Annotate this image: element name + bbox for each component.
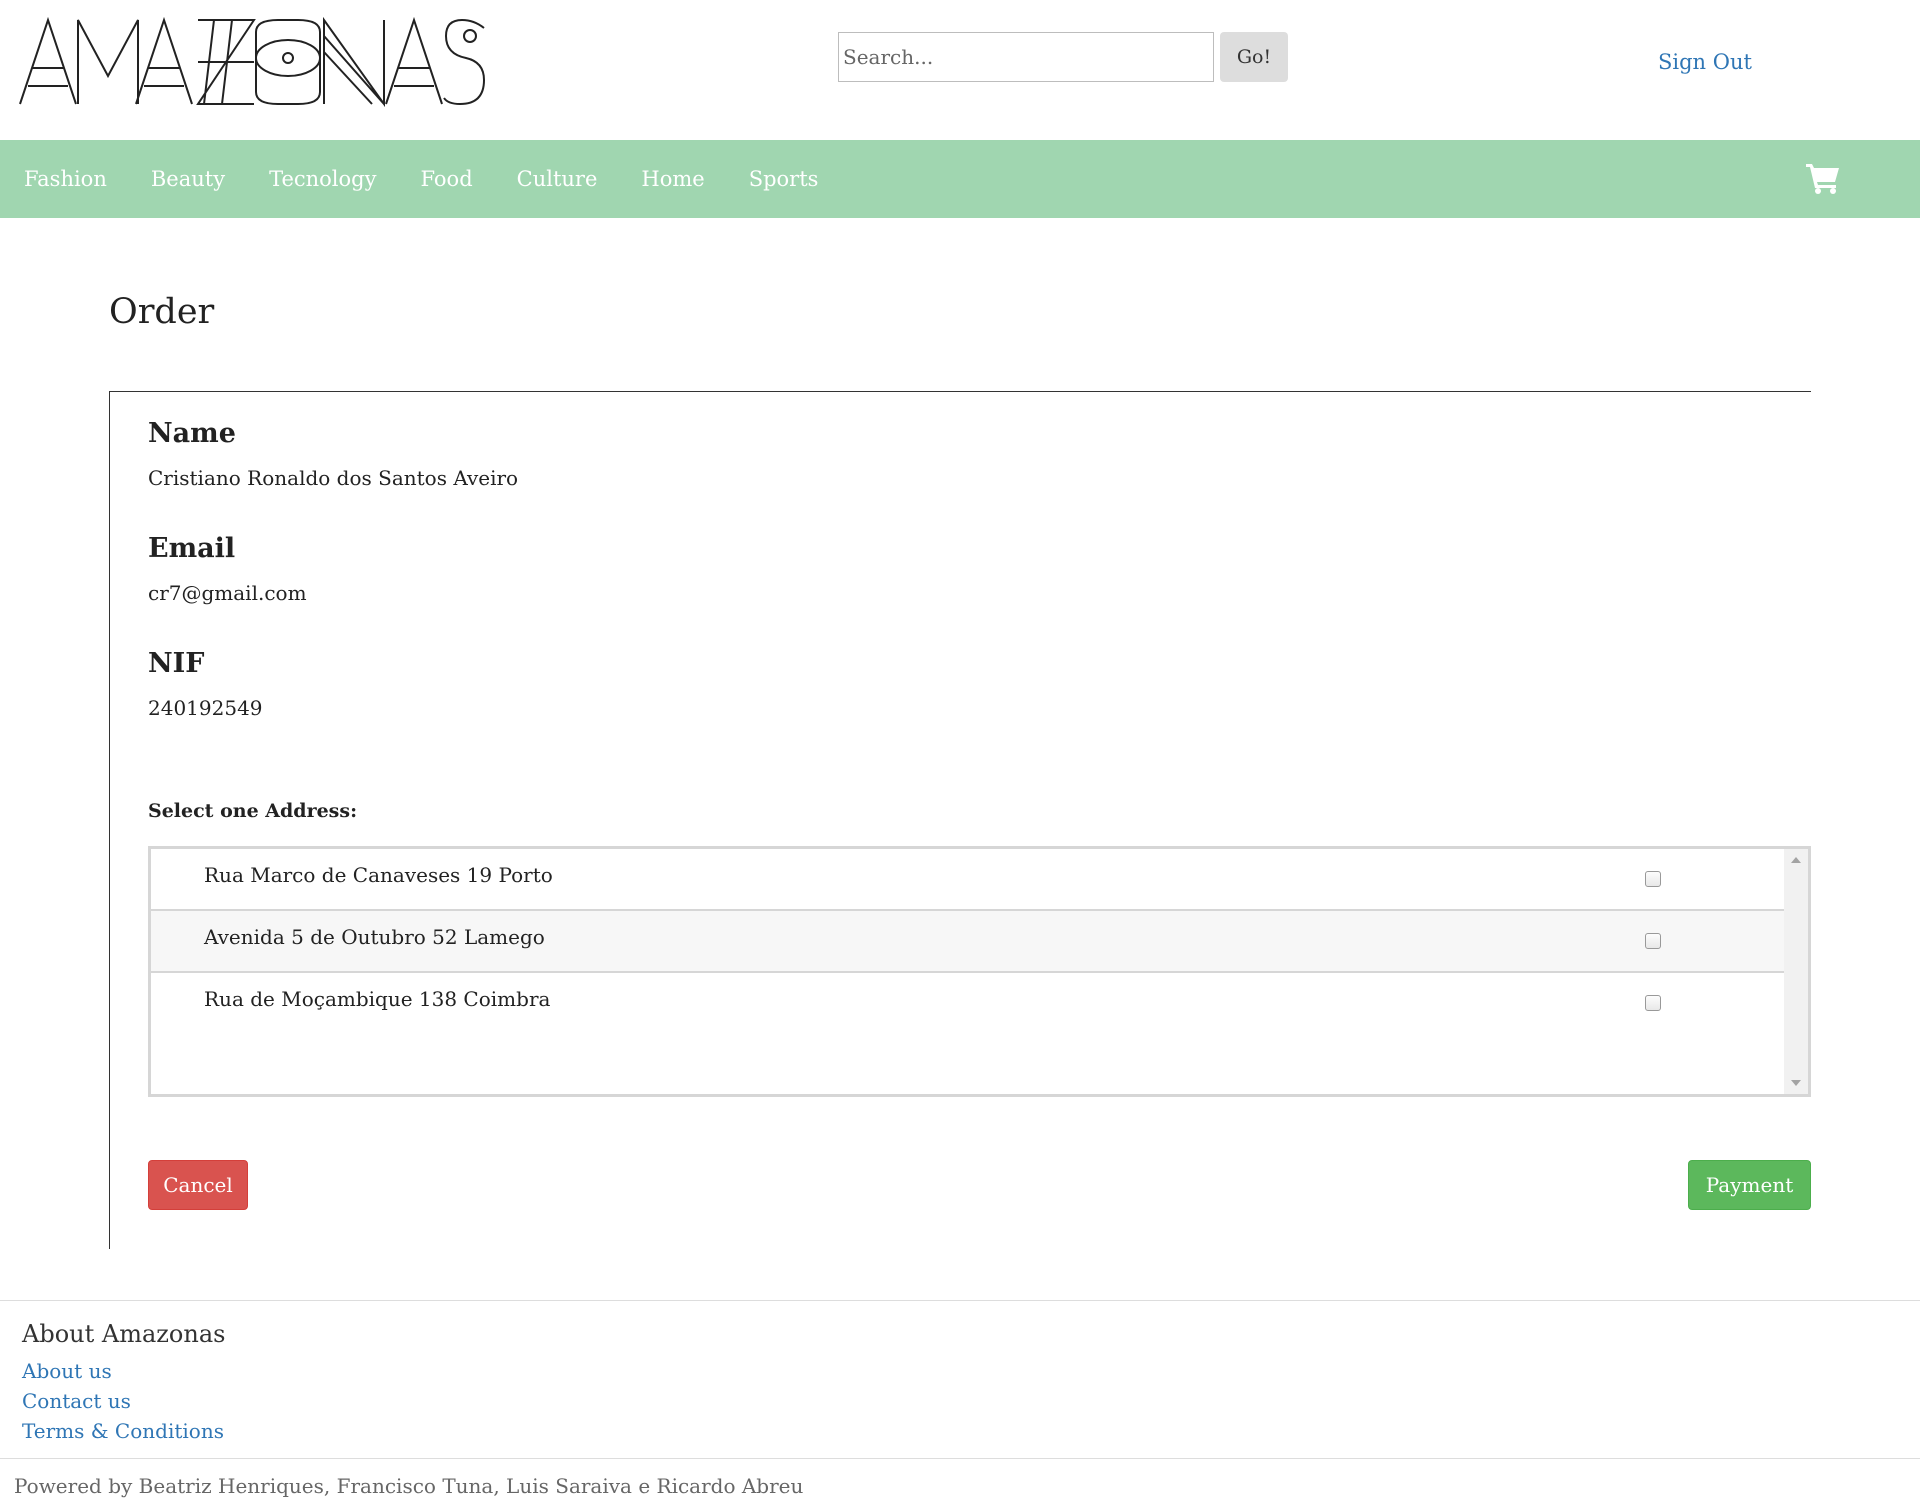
- address-text: Rua Marco de Canaveses 19 Porto: [204, 863, 553, 887]
- nav-item-fashion[interactable]: Fashion: [0, 167, 129, 191]
- sign-out-link[interactable]: Sign Out: [1658, 50, 1752, 74]
- footer-link-about[interactable]: About us: [22, 1359, 112, 1383]
- header: Go! Sign Out: [0, 0, 1920, 140]
- footer-divider: [0, 1458, 1920, 1459]
- name-value: Cristiano Ronaldo dos Santos Aveiro: [148, 466, 519, 490]
- page-title: Order: [109, 292, 215, 332]
- nav-item-culture[interactable]: Culture: [495, 167, 620, 191]
- cancel-button[interactable]: Cancel: [148, 1160, 248, 1210]
- address-row[interactable]: Rua de Moçambique 138 Coimbra: [151, 973, 1784, 1035]
- logo-image: [19, 16, 486, 108]
- nav-item-beauty[interactable]: Beauty: [129, 167, 247, 191]
- powered-by-text: Powered by Beatriz Henriques, Francisco …: [14, 1474, 804, 1498]
- category-list: Fashion Beauty Tecnology Food Culture Ho…: [0, 140, 840, 218]
- address-checkbox[interactable]: [1645, 871, 1661, 887]
- footer-link-contact[interactable]: Contact us: [22, 1389, 131, 1413]
- search-bar: Go!: [838, 32, 1288, 82]
- address-checkbox[interactable]: [1645, 933, 1661, 949]
- address-scrollbar[interactable]: [1784, 849, 1808, 1094]
- nif-label: NIF: [148, 648, 205, 679]
- nav-item-home[interactable]: Home: [619, 167, 726, 191]
- search-input[interactable]: [838, 32, 1214, 82]
- email-label: Email: [148, 533, 236, 564]
- payment-button[interactable]: Payment: [1688, 1160, 1811, 1210]
- address-label: Select one Address:: [148, 800, 358, 822]
- nav-item-food[interactable]: Food: [398, 167, 494, 191]
- address-checkbox[interactable]: [1645, 995, 1661, 1011]
- footer-divider: [0, 1300, 1920, 1301]
- go-button[interactable]: Go!: [1220, 32, 1288, 82]
- footer-link-terms[interactable]: Terms & Conditions: [22, 1419, 224, 1443]
- nav-item-sports[interactable]: Sports: [727, 167, 841, 191]
- name-label: Name: [148, 418, 236, 449]
- address-row[interactable]: Avenida 5 de Outubro 52 Lamego: [151, 911, 1784, 973]
- email-value: cr7@gmail.com: [148, 581, 307, 605]
- address-text: Rua de Moçambique 138 Coimbra: [204, 987, 551, 1011]
- address-text: Avenida 5 de Outubro 52 Lamego: [204, 925, 545, 949]
- scroll-down-arrow-icon[interactable]: [1791, 1080, 1801, 1086]
- category-navbar: Fashion Beauty Tecnology Food Culture Ho…: [0, 140, 1920, 218]
- shopping-cart-icon[interactable]: [1806, 162, 1840, 194]
- nav-item-tecnology[interactable]: Tecnology: [247, 167, 398, 191]
- address-list[interactable]: Rua Marco de Canaveses 19 Porto Avenida …: [148, 846, 1811, 1097]
- address-row[interactable]: Rua Marco de Canaveses 19 Porto: [151, 849, 1784, 911]
- scroll-up-arrow-icon[interactable]: [1791, 857, 1801, 863]
- footer-title: About Amazonas: [22, 1320, 226, 1348]
- order-panel: Name Cristiano Ronaldo dos Santos Aveiro…: [109, 391, 1811, 1249]
- nif-value: 240192549: [148, 696, 263, 720]
